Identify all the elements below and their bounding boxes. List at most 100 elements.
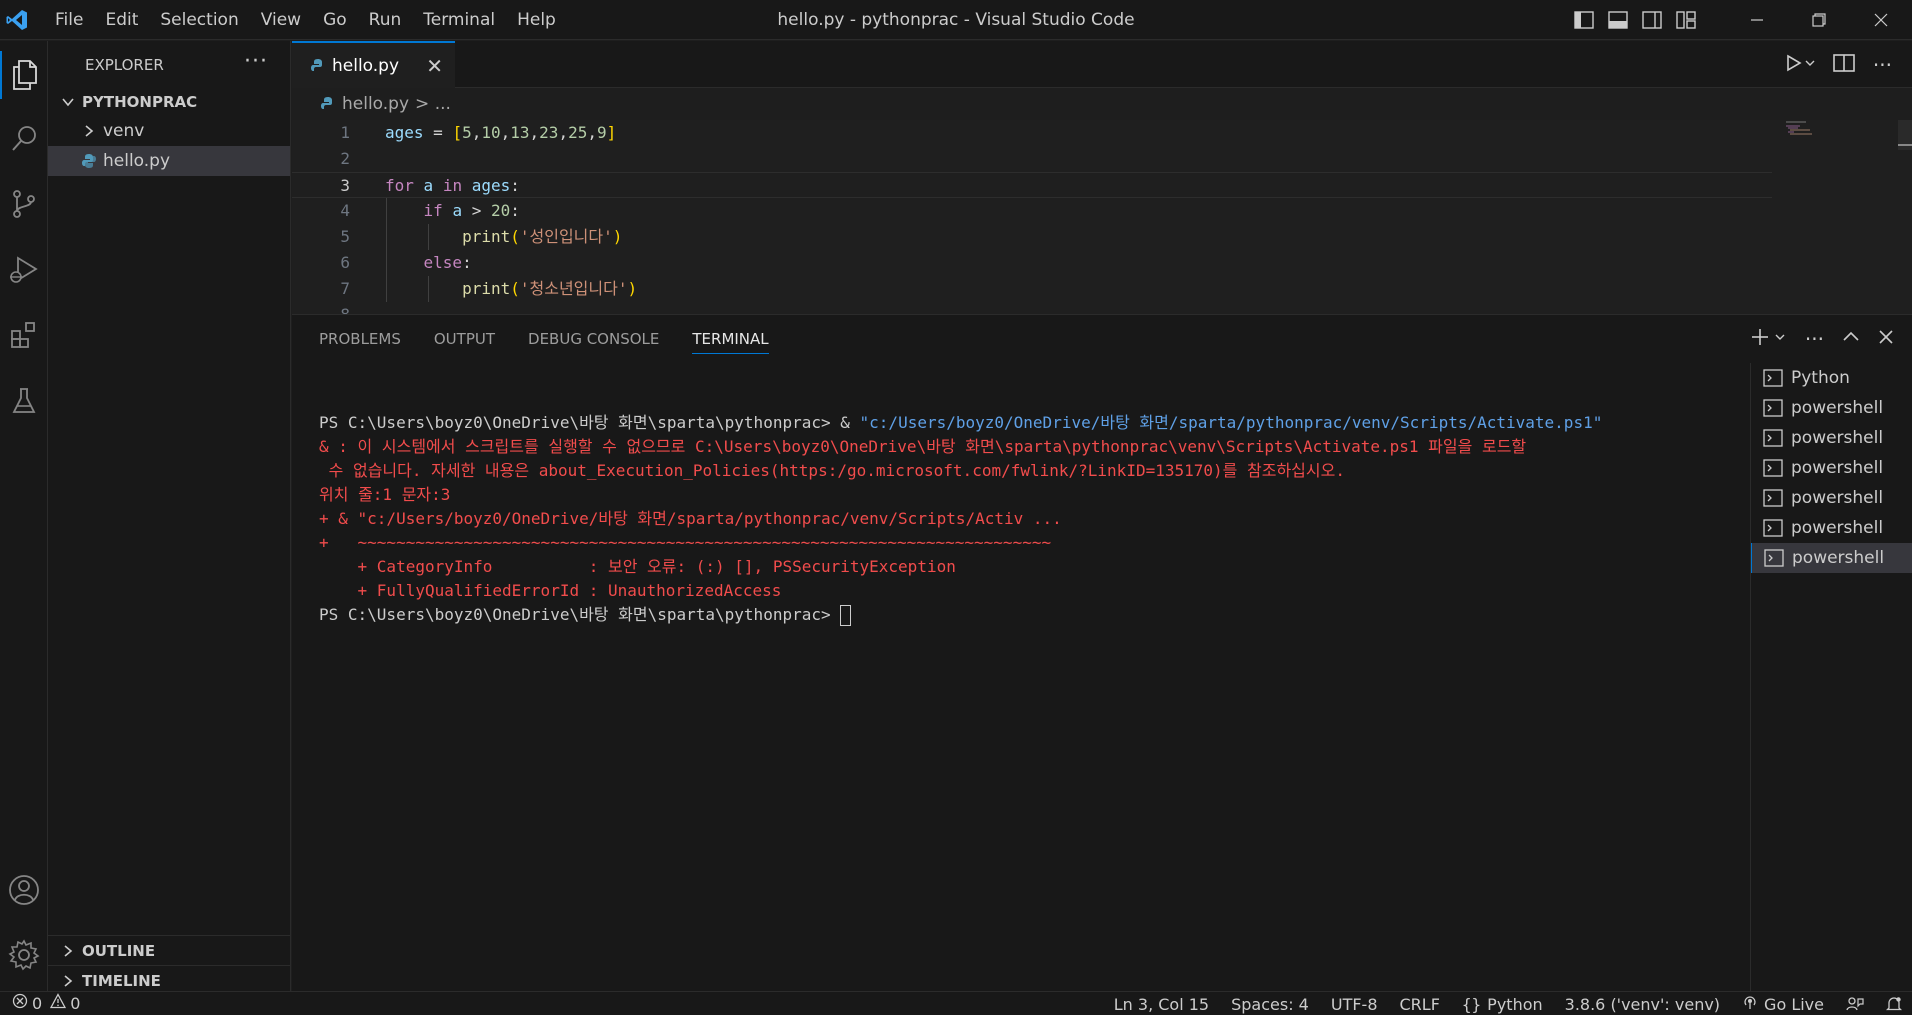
code-editor[interactable]: 1 ages = [5,10,13,23,25,9] 2 3 for a in ag… <box>292 120 1912 314</box>
bottom-panel: PROBLEMS OUTPUT DEBUG CONSOLE TERMINAL ·… <box>292 314 1912 992</box>
source-control-icon[interactable] <box>0 180 48 228</box>
vscode-logo-icon <box>2 0 32 40</box>
status-bar-right: Ln 3, Col 15 Spaces: 4 UTF-8 CRLF {} Pyth… <box>1092 992 1902 1015</box>
end-of-line[interactable]: CRLF <box>1400 995 1440 1014</box>
tab-output[interactable]: OUTPUT <box>434 315 495 363</box>
explorer-header: EXPLORER ··· <box>48 41 290 88</box>
outline-label: OUTLINE <box>82 941 156 960</box>
search-icon[interactable] <box>0 115 48 163</box>
title-bar: File Edit Selection View Go Run Terminal… <box>0 0 1912 40</box>
chevron-down-icon <box>60 94 76 110</box>
extensions-icon[interactable] <box>0 311 48 359</box>
explorer-icon[interactable] <box>0 51 48 99</box>
menu-selection[interactable]: Selection <box>149 0 249 40</box>
menu-edit[interactable]: Edit <box>94 0 149 40</box>
title-controls <box>1574 0 1912 40</box>
restore-button[interactable] <box>1788 0 1850 40</box>
problems-status[interactable]: 0 0 <box>12 992 80 1015</box>
menu-view[interactable]: View <box>250 0 312 40</box>
terminal-item-powershell[interactable]: powershell <box>1751 393 1912 423</box>
explorer-sidebar: EXPLORER ··· PYTHONPRAC venv hello.py OU… <box>48 41 291 991</box>
terminal-list: Python powershell powershell powershell … <box>1750 363 1912 992</box>
editor-more-icon[interactable]: ··· <box>1873 53 1892 77</box>
customize-layout-icon[interactable] <box>1676 11 1696 29</box>
tree-item-label: hello.py <box>103 151 171 171</box>
terminal-line: PS C:\Users\boyz0\OneDrive\바탕 화면\sparta\… <box>319 413 1603 432</box>
terminal-error-line: & : 이 시스템에서 스크립트를 실행할 수 없으므로 C:\Users\bo… <box>319 437 1527 456</box>
tab-problems[interactable]: PROBLEMS <box>319 315 401 363</box>
toggle-panel-icon[interactable] <box>1608 11 1628 29</box>
menu-go[interactable]: Go <box>312 0 358 40</box>
language-mode[interactable]: {} Python <box>1462 995 1543 1014</box>
toggle-secondary-sidebar-icon[interactable] <box>1642 11 1662 29</box>
breadcrumb-file[interactable]: hello.py <box>342 94 409 114</box>
tab-close-icon[interactable]: ✕ <box>426 54 443 78</box>
notifications-bell-icon[interactable] <box>1886 996 1902 1012</box>
terminal-icon <box>1763 459 1783 477</box>
close-panel-icon[interactable] <box>1878 329 1894 349</box>
terminal-item-powershell[interactable]: powershell <box>1751 453 1912 483</box>
tree-item-hello-py[interactable]: hello.py <box>48 146 290 176</box>
toggle-primary-sidebar-icon[interactable] <box>1574 11 1594 29</box>
new-terminal-icon[interactable] <box>1751 327 1787 351</box>
terminal-icon <box>1764 549 1784 567</box>
close-window-button[interactable] <box>1850 0 1912 40</box>
breadcrumb-rest[interactable]: > ... <box>415 94 451 114</box>
panel-more-icon[interactable]: ··· <box>1805 327 1824 351</box>
manage-gear-icon[interactable] <box>0 931 48 979</box>
minimize-button[interactable] <box>1726 0 1788 40</box>
cursor-position[interactable]: Ln 3, Col 15 <box>1114 995 1209 1014</box>
workspace-root[interactable]: PYTHONPRAC <box>48 88 290 116</box>
menu-bar: File Edit Selection View Go Run Terminal… <box>44 0 567 40</box>
terminal-item-python[interactable]: Python <box>1751 363 1912 393</box>
outline-section[interactable]: OUTLINE <box>48 935 291 965</box>
menu-run[interactable]: Run <box>358 0 413 40</box>
warning-icon <box>50 992 67 1015</box>
terminal-item-powershell-active[interactable]: powershell <box>1751 543 1912 573</box>
terminal-item-powershell[interactable]: powershell <box>1751 483 1912 513</box>
terminal-error-line: + & "c:/Users/boyz0/OneDrive/바탕 화면/spart… <box>319 509 1062 528</box>
run-python-file-icon[interactable] <box>1785 53 1815 77</box>
terminal-item-powershell[interactable]: powershell <box>1751 513 1912 543</box>
encoding[interactable]: UTF-8 <box>1331 995 1378 1014</box>
tab-hello-py[interactable]: hello.py ✕ <box>292 41 455 88</box>
python-file-icon <box>320 96 336 112</box>
split-editor-icon[interactable] <box>1833 53 1855 77</box>
terminal-error-line: 수 없습니다. 자세한 내용은 about_Execution_Policies… <box>319 461 1345 480</box>
terminal-error-line: + CategoryInfo : 보안 오류: (:) [], PSSecuri… <box>319 557 956 576</box>
run-debug-icon[interactable] <box>0 246 48 294</box>
code-line-current: 3 for a in ages: <box>292 172 1772 198</box>
menu-terminal[interactable]: Terminal <box>412 0 506 40</box>
terminal-item-powershell[interactable]: powershell <box>1751 423 1912 453</box>
chevron-right-icon <box>81 123 97 139</box>
status-bar: 0 0 Ln 3, Col 15 Spaces: 4 UTF-8 CRLF {}… <box>0 991 1912 1015</box>
explorer-more-icon[interactable]: ··· <box>244 49 268 74</box>
indent-guide <box>428 276 429 302</box>
broadcast-icon <box>1742 994 1758 1014</box>
tab-debug-console[interactable]: DEBUG CONSOLE <box>528 315 659 363</box>
terminal-icon <box>1763 519 1783 537</box>
tab-terminal[interactable]: TERMINAL <box>692 315 769 363</box>
menu-help[interactable]: Help <box>506 0 567 40</box>
menu-file[interactable]: File <box>44 0 94 40</box>
testing-icon[interactable] <box>0 377 48 425</box>
python-file-icon <box>81 153 97 169</box>
activity-bar <box>0 41 48 991</box>
terminal-icon <box>1763 429 1783 447</box>
account-icon[interactable] <box>0 866 48 914</box>
python-interpreter[interactable]: 3.8.6 ('venv': venv) <box>1565 995 1720 1014</box>
maximize-panel-icon[interactable] <box>1842 328 1860 350</box>
tree-item-venv[interactable]: venv <box>48 116 290 146</box>
indentation[interactable]: Spaces: 4 <box>1231 995 1309 1014</box>
editor-scrollbar[interactable] <box>1898 120 1912 314</box>
terminal-error-line: 위치 줄:1 문자:3 <box>319 485 451 504</box>
minimap[interactable] <box>1772 120 1912 314</box>
go-live-button[interactable]: Go Live <box>1742 994 1824 1014</box>
feedback-icon[interactable] <box>1846 996 1864 1012</box>
panel-tabs: PROBLEMS OUTPUT DEBUG CONSOLE TERMINAL <box>292 315 802 363</box>
editor-tabs: hello.py ✕ ··· <box>292 41 1912 88</box>
tab-label: hello.py <box>332 55 400 76</box>
breadcrumb: hello.py > ... <box>292 88 451 120</box>
terminal-output[interactable]: PS C:\Users\boyz0\OneDrive\바탕 화면\sparta\… <box>319 387 1749 675</box>
code-line: 5 print('성인입니다') <box>340 227 623 246</box>
